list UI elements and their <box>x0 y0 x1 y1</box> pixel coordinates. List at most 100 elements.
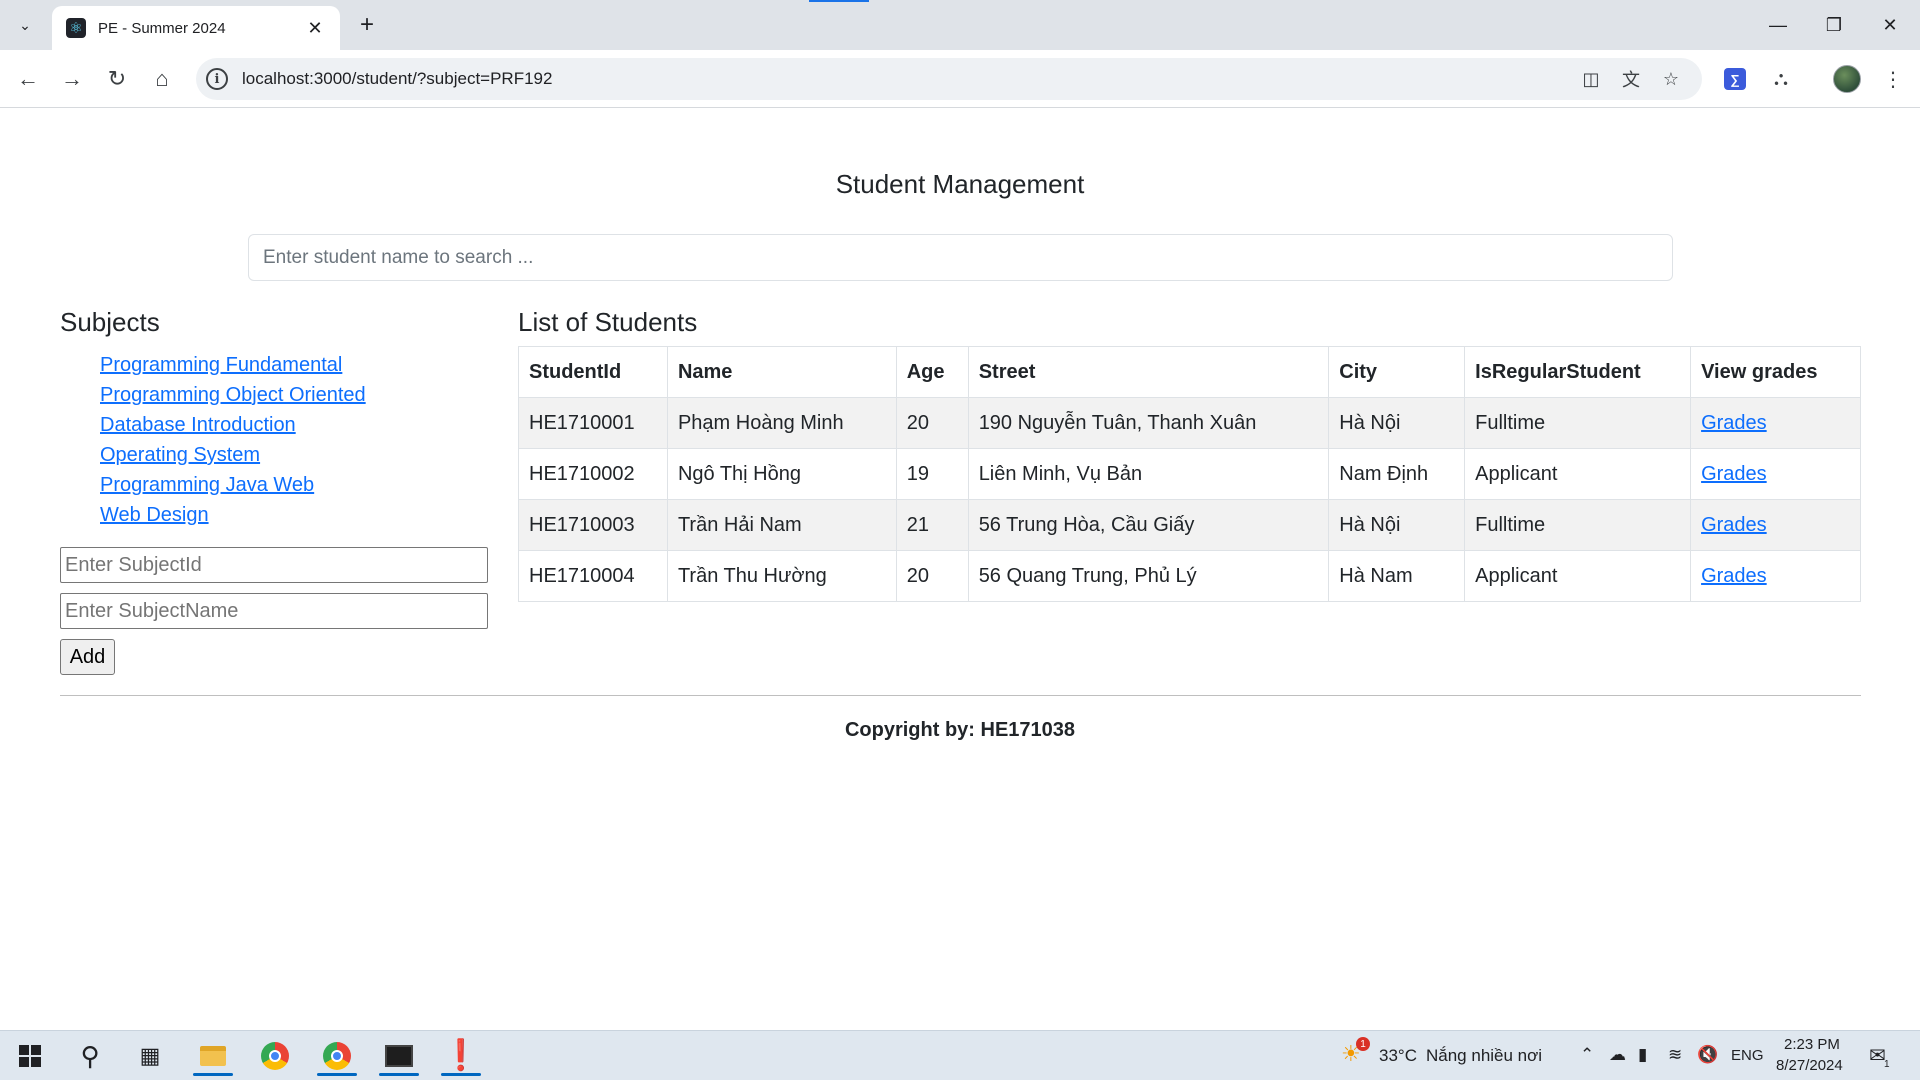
subject-name-input[interactable] <box>60 593 488 629</box>
cell-student-type: Fulltime <box>1464 499 1692 551</box>
subject-item: Programming Fundamental <box>100 350 366 380</box>
window-drag-indicator <box>809 0 869 2</box>
translate-icon[interactable]: 文 <box>1618 66 1644 92</box>
cell-view-grades: Grades <box>1690 550 1861 602</box>
wifi-icon[interactable]: ≋ <box>1668 1045 1682 1065</box>
grades-link[interactable]: Grades <box>1701 565 1767 587</box>
search-icon[interactable]: ⚲ <box>66 1036 114 1076</box>
cell-student-name: Trần Hải Nam <box>666 499 897 551</box>
subject-id-input[interactable] <box>60 547 488 583</box>
subject-link-programming-java-web[interactable]: Programming Java Web <box>100 474 314 496</box>
clock-date[interactable]: 8/27/2024 <box>1776 1057 1843 1074</box>
subject-link-programming-fundamental[interactable]: Programming Fundamental <box>100 354 342 376</box>
cell-student-city: Nam Định <box>1328 448 1466 500</box>
browser-tab-active[interactable]: ⚛ PE - Summer 2024 ✕ <box>52 6 340 50</box>
cell-student-id: HE1710001 <box>518 397 668 449</box>
subject-link-operating-system[interactable]: Operating System <box>100 444 260 466</box>
column-header-age: Age <box>895 346 969 398</box>
grades-link[interactable]: Grades <box>1701 412 1767 434</box>
footer-divider <box>60 695 1861 696</box>
install-app-icon[interactable]: ◫ <box>1578 66 1604 92</box>
page-content: Student Management Subjects Programming … <box>0 109 1920 1029</box>
tray-chevron-up-icon[interactable]: ⌃ <box>1580 1045 1594 1065</box>
column-header-name: Name <box>666 346 897 398</box>
tab-title: PE - Summer 2024 <box>98 19 226 37</box>
home-icon[interactable]: ⌂ <box>144 61 180 97</box>
table-row: HE1710001 Phạm Hoàng Minh 20 190 Nguyễn … <box>518 397 1861 449</box>
react-favicon-icon: ⚛ <box>66 18 86 38</box>
restore-window-icon[interactable]: ❐ <box>1806 0 1862 50</box>
table-row: HE1710004 Trần Thu Hường 20 56 Quang Tru… <box>518 550 1861 602</box>
cell-view-grades: Grades <box>1690 397 1861 449</box>
address-bar[interactable]: i localhost:3000/student/?subject=PRF192… <box>196 58 1702 100</box>
cell-student-age: 20 <box>895 550 969 602</box>
minimize-window-icon[interactable]: — <box>1750 0 1806 50</box>
windows-start-icon[interactable] <box>6 1036 54 1076</box>
subject-link-web-design[interactable]: Web Design <box>100 504 209 526</box>
cell-student-street: Liên Minh, Vụ Bản <box>967 448 1330 500</box>
cell-student-type: Applicant <box>1464 448 1692 500</box>
cell-student-age: 21 <box>895 499 969 551</box>
battery-icon[interactable]: ▮ <box>1638 1045 1647 1065</box>
bookmark-star-icon[interactable]: ☆ <box>1658 66 1684 92</box>
file-explorer-icon[interactable] <box>189 1036 237 1076</box>
extensions-puzzle-icon[interactable]: ⛬ <box>1764 62 1798 96</box>
subject-item: Database Introduction <box>100 410 366 440</box>
windows-taskbar: ⚲ ▦ ❗ ☀ 1 33°C Nắng nhiều nơi ⌃ ☁ ▮ ≋ 🔇 … <box>0 1030 1920 1080</box>
onedrive-cloud-icon[interactable]: ☁ <box>1609 1045 1626 1065</box>
task-view-icon[interactable]: ▦ <box>126 1036 174 1076</box>
student-search-input[interactable] <box>248 234 1673 281</box>
table-row: HE1710002 Ngô Thị Hồng 19 Liên Minh, Vụ … <box>518 448 1861 500</box>
language-indicator[interactable]: ENG <box>1731 1047 1764 1064</box>
browser-toolbar: ← → ↻ ⌂ i localhost:3000/student/?subjec… <box>0 50 1920 108</box>
add-subject-button[interactable]: Add <box>60 639 115 675</box>
cell-student-id: HE1710004 <box>518 550 668 602</box>
cell-student-name: Phạm Hoàng Minh <box>666 397 897 449</box>
cell-student-name: Ngô Thị Hồng <box>666 448 897 500</box>
forward-arrow-icon[interactable]: → <box>54 61 90 97</box>
grades-link[interactable]: Grades <box>1701 463 1767 485</box>
notification-count: 1 <box>1884 1059 1890 1070</box>
subject-link-database-introduction[interactable]: Database Introduction <box>100 414 296 436</box>
site-info-icon[interactable]: i <box>206 68 228 90</box>
student-table: StudentId Name Age Street City IsRegular… <box>518 346 1861 602</box>
subject-list: Programming Fundamental Programming Obje… <box>100 350 366 530</box>
volume-muted-icon[interactable]: 🔇 <box>1697 1045 1718 1065</box>
reload-icon[interactable]: ↻ <box>99 61 135 97</box>
close-window-icon[interactable]: ✕ <box>1862 0 1918 50</box>
cell-student-name: Trần Thu Hường <box>666 550 897 602</box>
browser-menu-icon[interactable]: ⋮ <box>1876 62 1910 96</box>
weather-temperature[interactable]: 33°C <box>1379 1046 1417 1066</box>
vscode-icon[interactable]: ❗ <box>437 1036 485 1076</box>
subject-link-programming-object-oriented[interactable]: Programming Object Oriented <box>100 384 366 406</box>
new-tab-plus-icon[interactable]: + <box>352 10 382 40</box>
subject-item: Programming Java Web <box>100 470 366 500</box>
footer-copyright: Copyright by: HE171038 <box>844 719 1076 741</box>
cell-student-type: Fulltime <box>1464 397 1692 449</box>
cell-view-grades: Grades <box>1690 448 1861 500</box>
cell-view-grades: Grades <box>1690 499 1861 551</box>
students-heading: List of Students <box>518 307 698 337</box>
tab-close-icon[interactable]: ✕ <box>304 18 326 39</box>
cell-student-city: Hà Nam <box>1328 550 1466 602</box>
column-header-view-grades: View grades <box>1690 346 1861 398</box>
extension-badge-icon[interactable]: ∑ <box>1718 62 1752 96</box>
profile-avatar[interactable] <box>1830 62 1864 96</box>
tab-search-chevron-icon[interactable]: ⌄ <box>10 10 40 40</box>
cell-student-age: 19 <box>895 448 969 500</box>
back-arrow-icon[interactable]: ← <box>10 61 46 97</box>
terminal-icon[interactable] <box>375 1036 423 1076</box>
chrome-profile-icon[interactable] <box>313 1036 361 1076</box>
grades-link[interactable]: Grades <box>1701 514 1767 536</box>
cell-student-id: HE1710002 <box>518 448 668 500</box>
chrome-icon[interactable] <box>251 1036 299 1076</box>
weather-alert-badge: 1 <box>1356 1037 1370 1051</box>
subject-item: Web Design <box>100 500 366 530</box>
cell-student-id: HE1710003 <box>518 499 668 551</box>
weather-description[interactable]: Nắng nhiều nơi <box>1426 1046 1542 1066</box>
clock-time[interactable]: 2:23 PM <box>1784 1036 1840 1053</box>
cell-student-street: 56 Quang Trung, Phủ Lý <box>967 550 1330 602</box>
browser-tab-strip: ⌄ ⚛ PE - Summer 2024 ✕ + — ❐ ✕ <box>0 0 1920 50</box>
url-text[interactable]: localhost:3000/student/?subject=PRF192 <box>242 69 552 89</box>
column-header-street: Street <box>967 346 1330 398</box>
